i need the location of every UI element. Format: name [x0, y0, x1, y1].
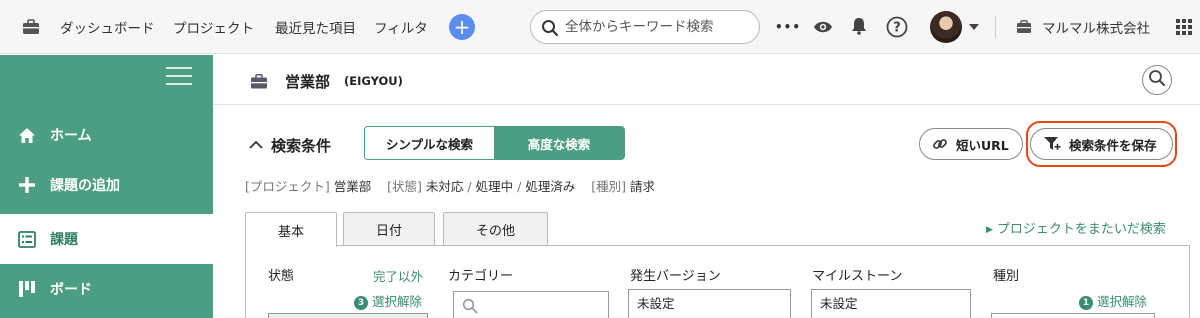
caret-down-icon[interactable]	[968, 23, 980, 31]
svg-text:?: ?	[893, 21, 901, 36]
sidebar: ホーム 課題の追加 課題 ボード	[0, 55, 213, 318]
search-icon	[462, 298, 478, 318]
tab-date[interactable]: 日付	[343, 212, 435, 246]
category-search-input[interactable]	[453, 291, 609, 318]
nav-dashboard[interactable]: ダッシュボード	[60, 0, 155, 54]
version-filter-label: 発生バージョン	[630, 269, 721, 284]
sidebar-item-home[interactable]: ホーム	[0, 110, 213, 160]
version-listbox[interactable]: 未設定	[628, 289, 791, 318]
version-option[interactable]: 未設定	[637, 293, 782, 312]
link-icon	[932, 136, 948, 152]
summary-project-key: [プロジェクト]	[245, 179, 330, 194]
status-clear-selection[interactable]: 3 選択解除	[354, 291, 422, 310]
user-avatar[interactable]	[930, 11, 962, 43]
milestone-listbox[interactable]: 未設定	[811, 289, 971, 318]
status-filter-label: 状態	[268, 269, 295, 284]
type-clear-label: 選択解除	[1097, 294, 1148, 309]
project-name[interactable]: 営業部	[285, 71, 330, 92]
tab-basic[interactable]: 基本	[245, 212, 337, 247]
search-conditions-toggle[interactable]: 検索条件	[249, 135, 331, 156]
summary-separator: /	[517, 179, 522, 194]
status-listbox[interactable]	[268, 313, 428, 318]
apps-grid-icon[interactable]	[1176, 19, 1192, 35]
cross-project-search-link[interactable]: ▶ プロジェクトをまたいだ検索	[986, 218, 1166, 237]
global-search-input[interactable]	[565, 18, 750, 36]
sidebar-item-label: 課題の追加	[50, 178, 120, 194]
list-icon	[16, 228, 38, 250]
summary-separator: /	[467, 179, 472, 194]
topbar-divider	[995, 16, 996, 38]
top-navigation-bar: ダッシュボード プロジェクト 最近見た項目 フィルタ + ••• ? マルマル株…	[0, 0, 1200, 54]
plus-icon	[16, 174, 38, 196]
project-search-button[interactable]	[1142, 65, 1172, 95]
type-count-badge: 1	[1079, 296, 1093, 310]
main-content: 営業部 (EIGYOU) 検索条件 シンプルな検索 高度な検索 短いURL 検索…	[213, 55, 1200, 318]
type-filter-label: 種別	[993, 269, 1020, 284]
summary-status-value: 処理済み	[525, 179, 576, 194]
add-plus-button[interactable]: +	[449, 14, 475, 40]
more-menu-icon[interactable]: •••	[775, 0, 801, 54]
sidebar-item-board[interactable]: ボード	[0, 264, 213, 314]
simple-search-tab[interactable]: シンプルな検索	[365, 127, 494, 159]
company-icon	[1016, 19, 1032, 35]
project-icon	[250, 73, 268, 89]
advanced-search-tab[interactable]: 高度な検索	[494, 127, 624, 159]
global-search-box[interactable]	[530, 10, 760, 44]
summary-status-value: 未対応	[425, 179, 464, 194]
search-conditions-label: 検索条件	[271, 137, 332, 155]
status-count-badge: 3	[354, 296, 368, 310]
sidebar-item-issues[interactable]: 課題	[0, 214, 213, 264]
nav-filters[interactable]: フィルタ	[374, 0, 428, 54]
home-icon	[16, 124, 38, 146]
type-clear-selection[interactable]: 1 選択解除	[1079, 291, 1147, 310]
status-except-done-link[interactable]: 完了以外	[373, 266, 423, 285]
nav-projects[interactable]: プロジェクト	[173, 0, 254, 54]
type-listbox[interactable]	[991, 313, 1155, 318]
summary-status-key: [状態]	[387, 179, 422, 194]
summary-type-value: 請求	[630, 179, 656, 194]
sidebar-item-add-issue[interactable]: 課題の追加	[0, 160, 213, 210]
chevron-up-icon	[249, 135, 263, 153]
short-url-label: 短いURL	[956, 137, 1009, 153]
project-header: 営業部 (EIGYOU)	[213, 55, 1200, 105]
summary-status-value: 処理中	[475, 179, 514, 194]
eye-icon[interactable]	[812, 17, 834, 37]
category-filter-label: カテゴリー	[448, 269, 514, 284]
briefcase-icon	[22, 18, 40, 36]
milestone-option[interactable]: 未設定	[820, 293, 962, 312]
bell-icon[interactable]	[850, 16, 868, 36]
short-url-button[interactable]: 短いURL	[919, 128, 1023, 160]
help-icon[interactable]: ?	[886, 16, 908, 38]
nav-recent-items[interactable]: 最近見た項目	[275, 0, 356, 54]
sidebar-item-label: ホーム	[50, 128, 92, 144]
sidebar-item-label: ボード	[50, 282, 92, 298]
summary-type-key: [種別]	[591, 179, 627, 194]
cross-project-search-label: プロジェクトをまたいだ検索	[996, 222, 1166, 237]
search-conditions-summary: [プロジェクト] 営業部 [状態] 未対応 / 処理中 / 処理済み [種別] …	[245, 176, 655, 195]
sidebar-item-label: 課題	[50, 232, 78, 248]
plus-icon: +	[453, 15, 471, 39]
tab-other[interactable]: その他	[443, 212, 548, 246]
status-clear-label: 選択解除	[372, 294, 423, 309]
board-icon	[16, 278, 38, 300]
search-icon	[1148, 69, 1166, 91]
company-name[interactable]: マルマル株式会社	[1042, 0, 1150, 54]
triangle-right-icon: ▶	[986, 225, 993, 235]
hamburger-menu-icon[interactable]	[166, 67, 192, 87]
search-icon	[541, 19, 559, 37]
project-key: (EIGYOU)	[344, 74, 403, 88]
highlight-ring	[1026, 121, 1177, 167]
summary-project-value: 営業部	[333, 179, 372, 194]
search-mode-toggle: シンプルな検索 高度な検索	[364, 126, 625, 160]
milestone-filter-label: マイルストーン	[812, 269, 903, 284]
